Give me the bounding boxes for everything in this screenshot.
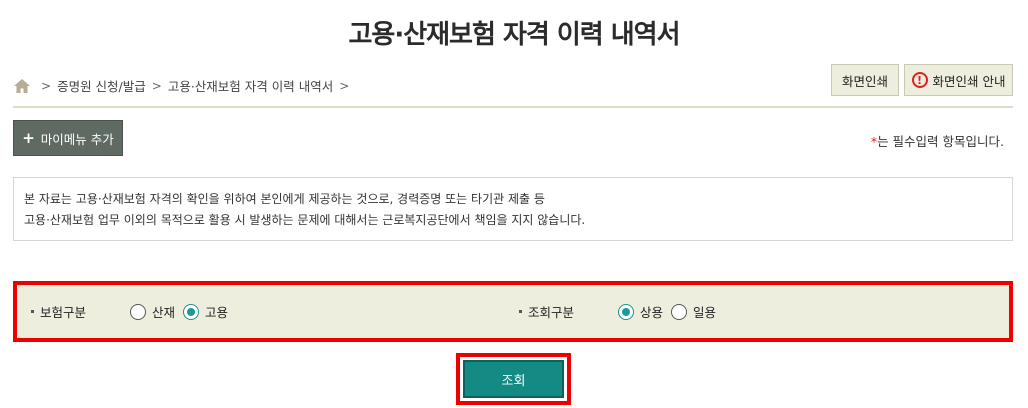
add-mymenu-button[interactable]: + 마이메뉴 추가 (13, 120, 123, 156)
notice-line-2: 고용·산재보험 업무 이외의 목적으로 활용 시 발생하는 문제에 대해서는 근… (24, 213, 586, 227)
breadcrumb-separator: > (41, 78, 52, 93)
radio-goyong-label[interactable]: 고용 (205, 302, 228, 321)
plus-icon: + (22, 129, 35, 147)
print-button-label: 화면인쇄 (841, 73, 888, 89)
notice-box: 본 자료는 고용·산재보험 자격의 확인을 위하여 본인에게 제공하는 것으로,… (13, 177, 1013, 241)
required-note: *는 필수입력 항목입니다. (871, 131, 1004, 150)
insurance-type-label: 보험구분 (40, 305, 87, 320)
radio-sangyong[interactable] (618, 303, 635, 320)
search-button-label: 조회 (501, 373, 526, 389)
radio-option-goyong[interactable]: 고용 (183, 302, 228, 321)
radio-option-sangyong[interactable]: 상용 (618, 302, 663, 321)
radio-goyong[interactable] (183, 303, 200, 320)
required-note-text: 는 필수입력 항목입니다. (877, 134, 1004, 149)
print-button[interactable]: 화면인쇄 (831, 64, 899, 96)
bullet-icon (31, 310, 34, 313)
warning-icon: ! (911, 72, 928, 88)
search-button-highlight: 조회 (456, 353, 571, 405)
breadcrumb-separator: > (339, 78, 350, 93)
radio-sangyong-label[interactable]: 상용 (640, 302, 663, 321)
print-guide-button[interactable]: ! 화면인쇄 안내 (904, 64, 1013, 96)
radio-sanjae-label[interactable]: 산재 (152, 302, 175, 321)
breadcrumb-separator: > (151, 78, 162, 93)
search-panel: 보험구분 산재 고용 조회구분 상용 일용 (13, 281, 1013, 342)
search-button[interactable]: 조회 (463, 360, 564, 398)
add-mymenu-label: 마이메뉴 추가 (40, 131, 114, 147)
home-icon[interactable] (13, 78, 31, 94)
header-divider (13, 106, 1013, 108)
radio-sanjae[interactable] (130, 303, 147, 320)
radio-option-ilyong[interactable]: 일용 (671, 302, 716, 321)
breadcrumb-item-current[interactable]: 고용·산재보험 자격 이력 내역서 (168, 76, 333, 95)
breadcrumb-item-certificate[interactable]: 증명원 신청/발급 (57, 76, 146, 95)
notice-line-1: 본 자료는 고용·산재보험 자격의 확인을 위하여 본인에게 제공하는 것으로,… (24, 192, 545, 206)
insurance-type-field: 보험구분 산재 고용 (31, 302, 236, 321)
print-guide-label: 화면인쇄 안내 (932, 73, 1006, 89)
inquiry-type-label: 조회구분 (528, 305, 575, 320)
breadcrumb: > 증명원 신청/발급 > 고용·산재보험 자격 이력 내역서 > (13, 76, 355, 95)
page-title: 고용·산재보험 자격 이력 내역서 (348, 20, 681, 50)
bullet-icon (519, 310, 522, 313)
inquiry-type-field: 조회구분 상용 일용 (519, 302, 724, 321)
radio-ilyong[interactable] (671, 303, 688, 320)
radio-ilyong-label[interactable]: 일용 (693, 302, 716, 321)
radio-option-sanjae[interactable]: 산재 (130, 302, 175, 321)
